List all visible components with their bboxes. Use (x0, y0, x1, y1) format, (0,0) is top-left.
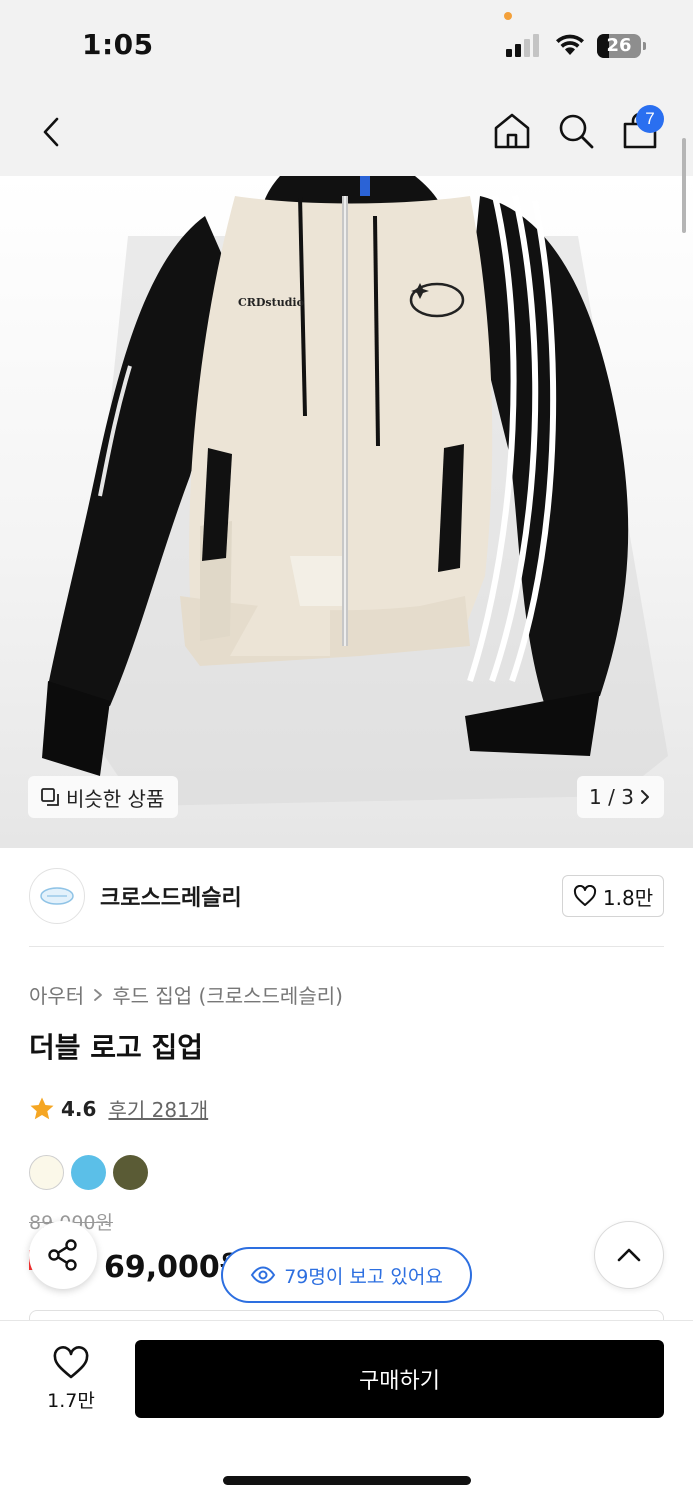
page-indicator-text: 1 / 3 (589, 785, 634, 809)
breadcrumb-subcategory[interactable]: 후드 집업 (크로스드레슬리) (112, 980, 343, 1009)
chevron-right-icon (640, 790, 649, 804)
brand-logo-mark (40, 887, 74, 905)
product-image: CRDstudio (42, 176, 668, 806)
rating-row: 4.6 후기 281개 (29, 1094, 208, 1123)
cart-count-badge: 7 (636, 105, 664, 133)
status-time: 1:05 (82, 28, 154, 61)
color-swatch-ivory[interactable] (29, 1155, 64, 1190)
svg-text:CRDstudio: CRDstudio (238, 296, 304, 309)
brand-like-count: 1.8만 (602, 885, 654, 910)
color-swatch-sky-blue[interactable] (71, 1155, 106, 1190)
top-nav (0, 90, 693, 176)
scroll-to-top-button[interactable] (594, 1221, 664, 1289)
similar-products-label: 비슷한 상품 (66, 786, 165, 811)
brand-like-button[interactable]: 1.8만 (562, 875, 664, 917)
copy-icon (41, 788, 59, 806)
search-icon[interactable] (556, 111, 596, 151)
eye-icon (250, 1266, 276, 1284)
cellular-signal-icon (506, 33, 542, 57)
status-bar: 1:05 26 (0, 0, 693, 90)
home-indicator[interactable] (223, 1476, 471, 1485)
heart-icon (53, 1345, 89, 1378)
battery-level: 26 (606, 35, 632, 56)
next-section-card (29, 1310, 664, 1320)
breadcrumb: 아우터 후드 집업 (크로스드레슬리) (29, 980, 343, 1009)
rating-value: 4.6 (61, 1096, 97, 1121)
wishlist-count: 1.7만 (47, 1389, 95, 1412)
privacy-indicator-dot (504, 12, 512, 20)
buy-button[interactable]: 구매하기 (135, 1340, 664, 1418)
review-count-link[interactable]: 후기 281개 (108, 1094, 208, 1123)
chevron-up-icon (617, 1248, 641, 1262)
battery-icon: 26 (597, 34, 647, 58)
image-page-indicator[interactable]: 1 / 3 (577, 776, 664, 818)
product-title: 더블 로고 집업 (29, 1031, 204, 1064)
brand-logo[interactable] (29, 868, 85, 924)
viewers-count-pill[interactable]: 79명이 보고 있어요 (221, 1247, 472, 1303)
chevron-right-icon (94, 988, 103, 1001)
viewers-text: 79명이 보고 있어요 (284, 1265, 443, 1288)
heart-icon (573, 885, 596, 906)
similar-products-button[interactable]: 비슷한 상품 (28, 776, 179, 818)
home-icon[interactable] (492, 111, 532, 151)
breadcrumb-category[interactable]: 아우터 (29, 980, 84, 1009)
star-icon (30, 1097, 54, 1119)
share-icon (48, 1239, 77, 1271)
color-swatch-olive[interactable] (113, 1155, 148, 1190)
scroll-indicator (682, 138, 686, 233)
brand-name[interactable]: 크로스드레슬리 (100, 880, 242, 912)
share-button[interactable] (29, 1221, 97, 1289)
wishlist-button[interactable]: 1.7만 (30, 1340, 112, 1418)
product-image-carousel[interactable]: CRDstudio (0, 176, 693, 848)
back-button[interactable] (36, 114, 66, 150)
divider (29, 946, 664, 947)
wifi-icon (556, 34, 584, 55)
